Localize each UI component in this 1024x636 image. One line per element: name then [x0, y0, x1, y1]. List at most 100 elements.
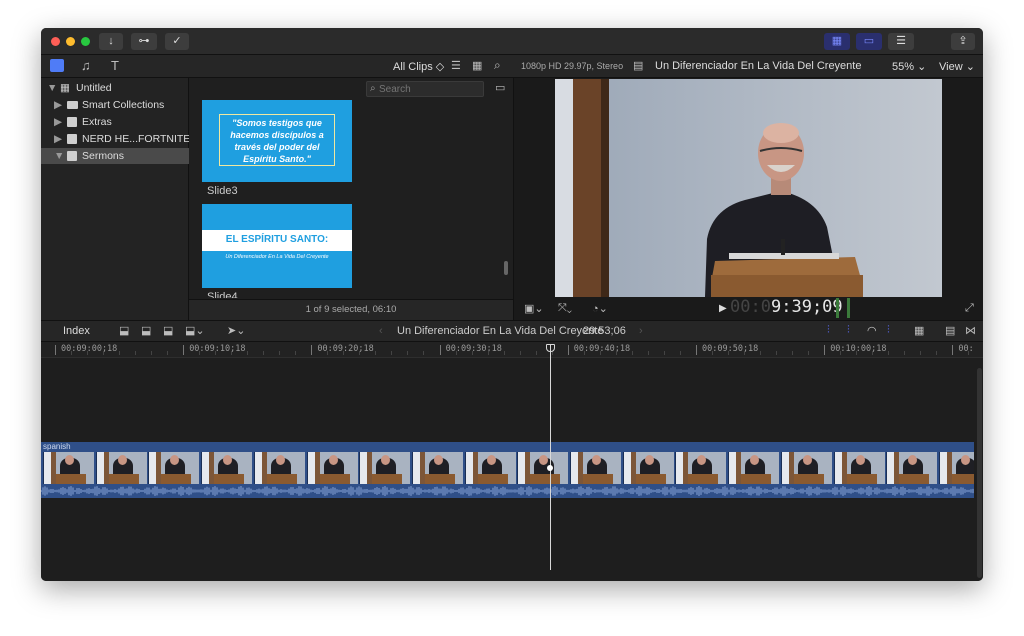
panel-header-bar: ♫ T All Clips ◇ ☰ ▦ ⌕ 1080p HD 29.97p, S… — [41, 55, 983, 78]
ruler-minor-tick — [87, 351, 88, 355]
append-edit-icon[interactable]: ⬓ — [163, 324, 173, 337]
library-label: Untitled — [76, 82, 112, 94]
viewer-format: 1080p HD 29.97p, Stereo — [521, 61, 624, 71]
close-button[interactable] — [51, 37, 60, 46]
play-icon[interactable]: ▶ — [719, 303, 727, 314]
inspector-toggle-icon[interactable]: ☰ — [888, 33, 914, 50]
index-button[interactable]: Index — [63, 325, 90, 337]
ruler-minor-tick — [535, 351, 537, 355]
snapping-icon[interactable]: ⫶ — [887, 324, 890, 337]
ruler-tick — [952, 345, 954, 355]
zoom-button[interactable] — [81, 37, 90, 46]
clip-filter-dropdown[interactable]: All Clips ◇ — [393, 60, 444, 73]
headphones-icon[interactable]: ◠ — [867, 324, 877, 337]
list-view-icon[interactable]: ☰ — [451, 59, 461, 72]
select-tool-icon[interactable]: ➤⌄ — [227, 324, 245, 337]
viewer-title: Un Diferenciador En La Vida Del Creyente — [655, 60, 862, 72]
ruler-minor-tick — [71, 351, 72, 355]
transform-icon[interactable]: ⤧⌄ — [558, 302, 572, 315]
ruler-minor-tick — [760, 351, 761, 355]
project-duration: 29:53;06 — [583, 325, 626, 337]
viewer: ▣⌄ ⤧⌄ ◔⌄ ▶ 00:0 9:39;09 ⤢ — [513, 78, 983, 320]
clip-appearance-icon[interactable]: ▭ — [495, 81, 505, 94]
connect-edit-icon[interactable]: ⬓ — [119, 324, 129, 337]
filmstrip-frame — [43, 452, 94, 484]
photos-audio-icon[interactable]: ♫ — [81, 58, 91, 73]
timecode-dim: 00:0 — [730, 297, 771, 317]
ruler-minor-tick — [872, 351, 874, 355]
disclosure-closed-icon[interactable]: ▶ — [54, 131, 62, 147]
title-bar: ↓ ⊶ ✓ ▦ ▭ ☰ ⇪ — [41, 28, 983, 55]
smart-collections-item[interactable]: ▶ Smart Collections — [41, 97, 189, 113]
retime-icon[interactable]: ◔⌄ — [592, 302, 608, 315]
overwrite-edit-icon[interactable]: ⬓⌄ — [185, 324, 205, 337]
insert-edit-icon[interactable]: ⬓ — [141, 324, 151, 337]
history-back-icon[interactable]: ‹ — [379, 325, 383, 337]
import-icon[interactable]: ↓ — [99, 33, 123, 50]
ruler-label: 00:09:10;18 — [189, 344, 246, 354]
ruler-minor-tick — [519, 351, 521, 355]
disclosure-closed-icon[interactable]: ▶ — [54, 114, 62, 130]
audio-skimming-icon[interactable]: ⫶ — [847, 324, 850, 337]
libraries-icon[interactable] — [50, 59, 64, 72]
waveform-path — [41, 486, 974, 496]
transitions-browser-icon[interactable]: ⋈ — [965, 324, 976, 337]
skimming-icon[interactable]: ⫶ — [827, 324, 830, 337]
filmstrip-frame — [359, 452, 411, 484]
search-field[interactable]: ⌕ — [366, 81, 484, 97]
fullscreen-icon[interactable]: ⤢ — [965, 302, 974, 315]
ruler-minor-tick — [103, 351, 104, 355]
ruler-tick — [183, 345, 185, 355]
folder-icon — [67, 101, 78, 109]
playhead-handle[interactable] — [546, 344, 555, 352]
history-forward-icon[interactable]: › — [639, 325, 643, 337]
ruler-minor-tick — [119, 351, 120, 355]
event-sermons[interactable]: ▼ Sermons — [41, 148, 189, 164]
background-tasks-icon[interactable]: ✓ — [165, 33, 189, 50]
titles-generators-icon[interactable]: T — [111, 58, 119, 73]
ruler-tick — [824, 345, 826, 355]
timeline-toggle-icon[interactable]: ▭ — [856, 33, 882, 50]
ruler-tick — [567, 345, 569, 355]
zoom-dropdown[interactable]: 55% ⌄ — [892, 60, 926, 73]
disclosure-open-icon[interactable]: ▼ — [47, 80, 57, 96]
ruler-minor-tick — [856, 351, 858, 355]
event-nerd[interactable]: ▶ NERD HE...FORTNITE — [41, 131, 190, 147]
ruler-minor-tick — [679, 351, 681, 355]
browser-scrollbar[interactable] — [504, 261, 508, 275]
view-dropdown[interactable]: View ⌄ — [939, 60, 975, 73]
project-name: Un Diferenciador En La Vida Del Creyente — [397, 325, 604, 337]
clip-filmstrip[interactable] — [41, 452, 974, 484]
share-icon[interactable]: ⇪ — [951, 33, 975, 50]
disclosure-closed-icon[interactable]: ▶ — [54, 97, 62, 113]
clip-thumbnail[interactable]: "Somos testigos que hacemos discípulos a… — [202, 100, 352, 182]
item-label: Smart Collections — [82, 99, 165, 111]
event-extras[interactable]: ▶ Extras — [41, 114, 189, 130]
search-input[interactable] — [379, 82, 479, 96]
effects-browser-icon[interactable]: ▤ — [945, 324, 955, 337]
ruler-minor-tick — [215, 351, 217, 355]
disclosure-open-icon[interactable]: ▼ — [54, 148, 64, 164]
playhead[interactable] — [550, 344, 551, 570]
ruler-minor-tick — [471, 351, 473, 355]
filmstrip-frame — [570, 452, 621, 484]
ruler-minor-tick — [792, 351, 793, 355]
app-window: ↓ ⊶ ✓ ▦ ▭ ☰ ⇪ ♫ T All Clips ◇ ☰ ▦ ⌕ 1080… — [41, 28, 983, 581]
browser-toggle-icon[interactable]: ▦ — [824, 33, 850, 50]
ruler-label: 00:09:30;18 — [445, 344, 502, 354]
keyword-icon[interactable]: ⊶ — [131, 33, 157, 50]
viewer-display-icon[interactable]: ▣⌄ — [524, 302, 544, 315]
ruler-minor-tick — [295, 351, 297, 355]
clip-appearance-icon[interactable]: ▦ — [914, 324, 924, 337]
clip-thumbnail[interactable]: EL ESPÍRITU SANTO: Un Diferenciador En L… — [202, 204, 352, 288]
filmstrip-frame — [622, 452, 674, 484]
timeline-vertical-scrollbar[interactable] — [977, 368, 982, 578]
library-untitled[interactable]: ▼ ▦ Untitled — [41, 80, 189, 96]
ruler-minor-tick — [631, 351, 633, 355]
minimize-button[interactable] — [66, 37, 75, 46]
filmstrip-frame — [411, 452, 463, 484]
item-label: Extras — [82, 116, 112, 128]
timeline-ruler[interactable]: 00:09:00;18 00:09:10;18 00:09:20;18 00:09:3… — [41, 342, 983, 358]
filmstrip-view-icon[interactable]: ▦ — [472, 59, 482, 72]
search-icon[interactable]: ⌕ — [494, 58, 501, 73]
